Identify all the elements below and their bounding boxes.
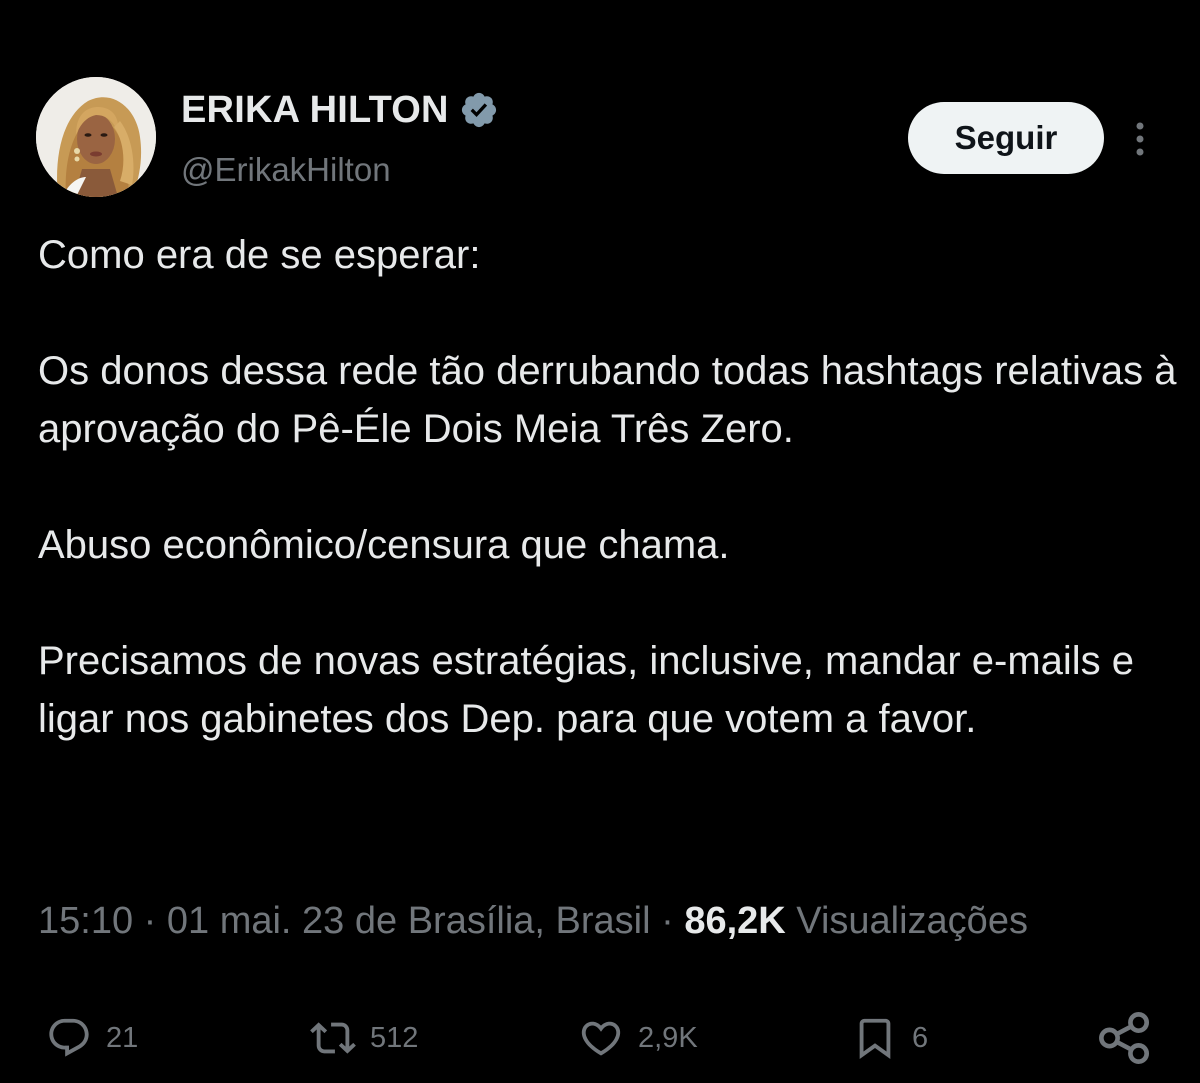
heart-icon: [581, 1021, 621, 1056]
retweet-count: 512: [370, 1021, 419, 1054]
meta-separator: ·: [661, 900, 674, 942]
avatar[interactable]: [36, 77, 156, 197]
tweet-meta: 15:10 · 01 mai. 23 de Brasília, Brasil ·…: [38, 896, 1028, 946]
tweet-date-location[interactable]: 01 mai. 23 de Brasília, Brasil: [167, 900, 651, 942]
tweet-paragraph: Como era de se esperar:: [38, 233, 481, 277]
tweet-paragraph: Abuso econômico/censura que chama.: [38, 523, 730, 567]
bookmark-icon: [859, 1018, 891, 1059]
views-count: 86,2K: [684, 900, 786, 942]
reply-button[interactable]: 21: [46, 1008, 138, 1068]
author-name-row[interactable]: ERIKA HILTON: [181, 88, 499, 132]
bookmark-count: 6: [912, 1021, 929, 1054]
reply-icon: [49, 1018, 89, 1057]
reply-count: 21: [106, 1021, 139, 1054]
bookmark-button[interactable]: 6: [852, 1008, 928, 1068]
author-handle[interactable]: @ErikakHilton: [181, 150, 391, 190]
tweet-paragraph: Precisamos de novas estratégias, inclusi…: [38, 639, 1135, 741]
avatar-photo-icon: [36, 77, 156, 197]
tweet-text: Como era de se esperar: Os donos dessa r…: [38, 226, 1178, 748]
follow-button[interactable]: Seguir: [908, 102, 1104, 174]
more-vertical-icon[interactable]: [1124, 118, 1156, 160]
verified-badge-icon: [459, 90, 499, 130]
views-label: Visualizações: [796, 900, 1028, 942]
meta-separator: ·: [143, 900, 157, 942]
tweet-paragraph: Os donos dessa rede tão derrubando todas…: [38, 349, 1177, 451]
share-icon: [1099, 1012, 1150, 1064]
author-display-name[interactable]: ERIKA HILTON: [181, 88, 449, 132]
tweet-time[interactable]: 15:10: [38, 900, 133, 942]
tweet: ERIKA HILTON @ErikakHilton Seguir Como e…: [0, 0, 1200, 1083]
like-button[interactable]: 2,9K: [578, 1008, 698, 1068]
share-button[interactable]: [1094, 1008, 1156, 1068]
retweet-button[interactable]: 512: [310, 1008, 418, 1068]
retweet-icon: [310, 1022, 356, 1054]
like-count: 2,9K: [638, 1021, 698, 1054]
